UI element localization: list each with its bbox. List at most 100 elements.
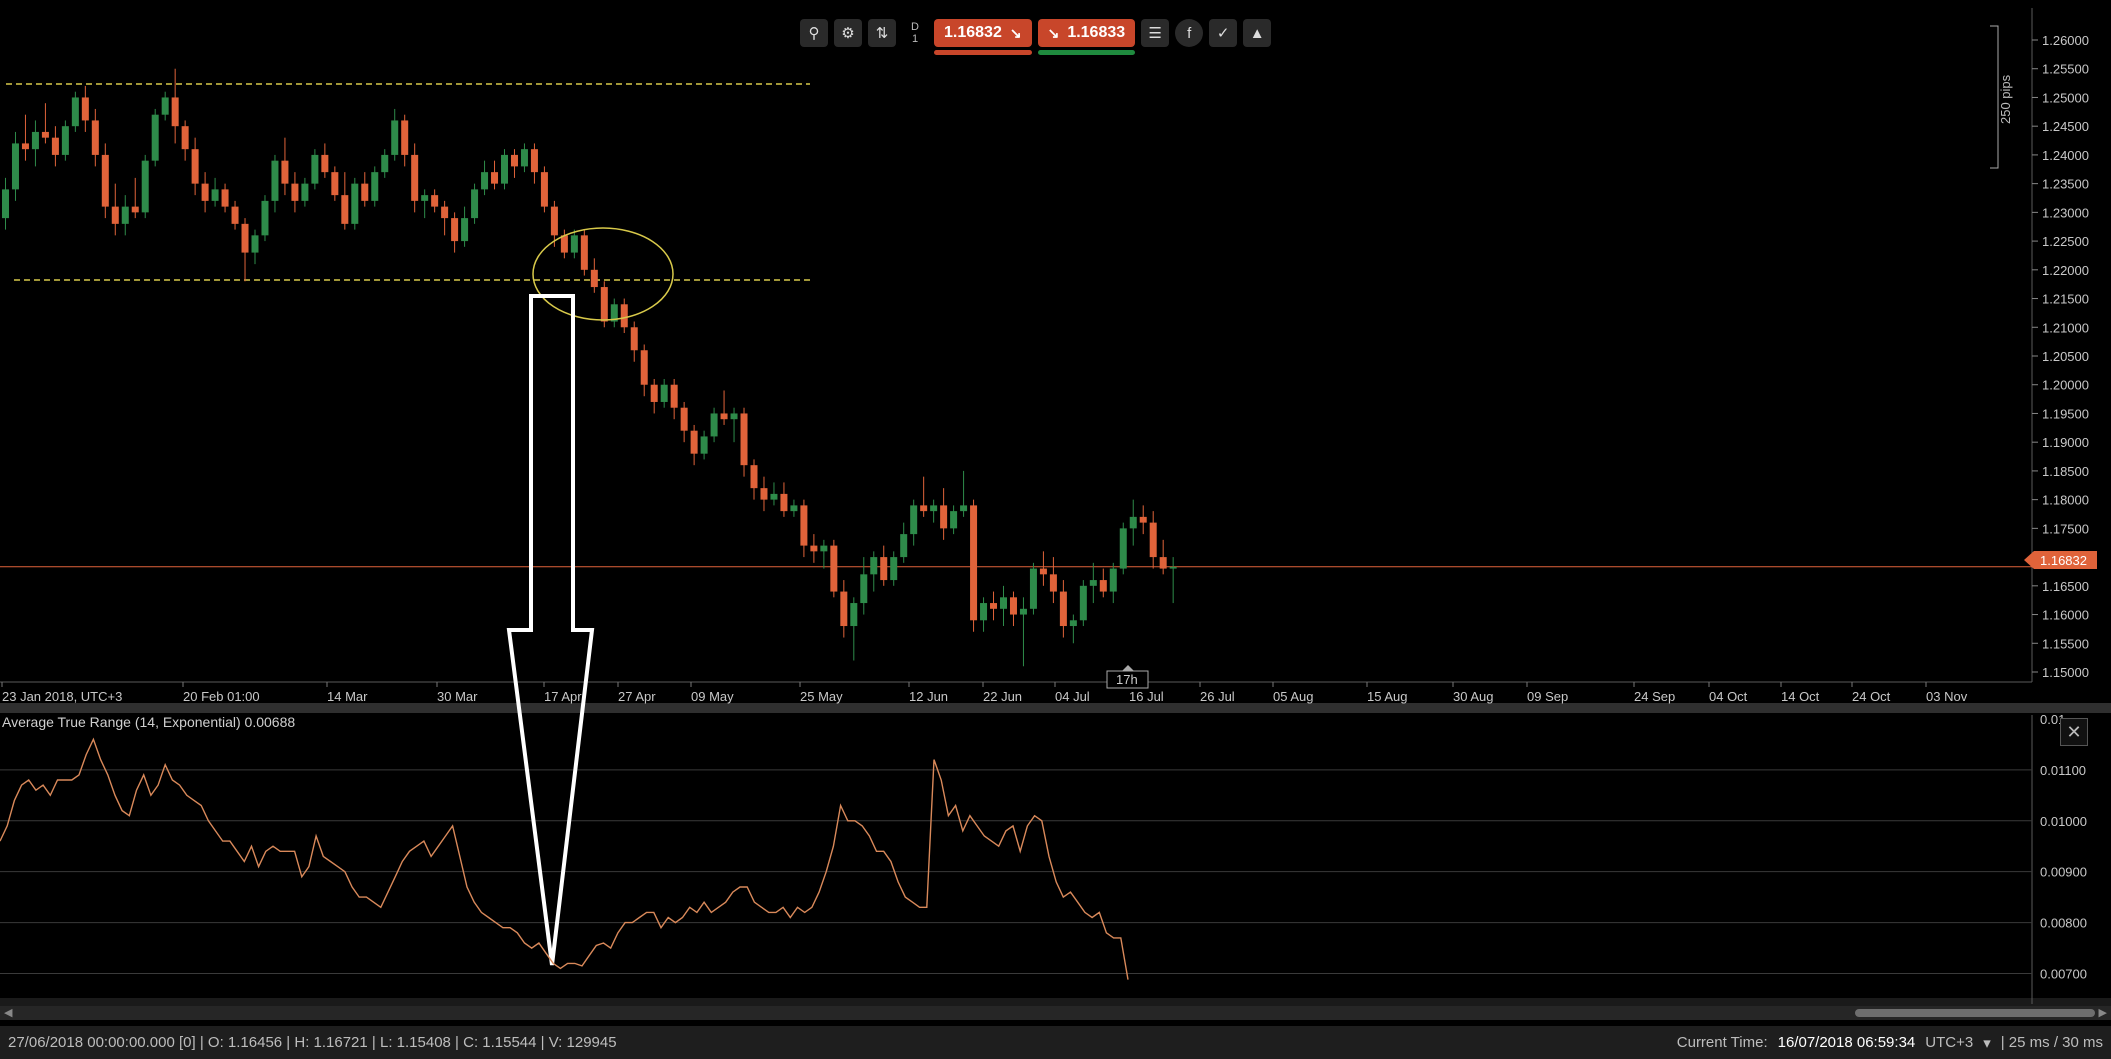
- candle-body: [11, 143, 19, 190]
- time-tick-label: 26 Jul: [1200, 689, 1235, 704]
- candle-body: [620, 304, 628, 328]
- horizontal-scrollbar[interactable]: ◀ ▶: [0, 1006, 2111, 1020]
- price-tick-label: 1.16000: [2042, 608, 2089, 623]
- time-tick-label: 23 Jan 2018, UTC+3: [2, 689, 122, 704]
- candle-body: [21, 143, 29, 150]
- bottom-separator: [0, 998, 2111, 1006]
- timeframe-selector[interactable]: D 1: [902, 19, 928, 47]
- publish-icon[interactable]: ▲: [1243, 19, 1272, 47]
- facebook-icon[interactable]: f: [1175, 19, 1204, 47]
- scroll-right-icon[interactable]: ▶: [2099, 1006, 2107, 1019]
- indicator-title: Average True Range (14, Exponential) 0.0…: [2, 714, 295, 730]
- candle-body: [1099, 580, 1107, 592]
- price-tick-label: 1.21000: [2042, 320, 2089, 335]
- atr-tick-label: 0.00700: [2040, 967, 2087, 982]
- candle-body: [520, 149, 528, 167]
- candle-body: [491, 172, 499, 184]
- buy-button[interactable]: ↘ 1.16833: [1037, 19, 1136, 55]
- candle-body: [790, 505, 798, 512]
- candle-body: [920, 505, 928, 512]
- annotation-arrow[interactable]: [506, 294, 595, 966]
- price-axis[interactable]: 1.26000 1.25500 1.25000 1.24500 1.24000 1.235…: [2032, 33, 2089, 680]
- pane-separator[interactable]: [0, 703, 2111, 713]
- chart-canvas[interactable]: 1.26000 1.25500 1.25000 1.24500 1.24000 1.235…: [0, 0, 2111, 1059]
- scroll-thumb[interactable]: [1855, 1009, 2095, 1017]
- candle-body: [441, 206, 449, 219]
- price-tick-label: 1.25000: [2042, 90, 2089, 105]
- timezone-dropdown-icon[interactable]: ▾: [1983, 1034, 1991, 1052]
- candle-body: [710, 413, 718, 437]
- candle-body: [221, 189, 229, 207]
- candle-body: [281, 160, 289, 184]
- candle-body: [860, 574, 868, 604]
- zoom-icon[interactable]: ⚲: [800, 19, 828, 47]
- candle-body: [191, 149, 199, 184]
- time-tick-label: 27 Apr: [618, 689, 656, 704]
- atr-tick-label: 0.00800: [2040, 916, 2087, 931]
- candle-body: [351, 183, 359, 224]
- candle-body: [750, 465, 758, 489]
- chart-type-icon[interactable]: ⇅: [868, 19, 896, 47]
- share-icon[interactable]: ✓: [1209, 19, 1238, 47]
- list-icon[interactable]: ☰: [1141, 19, 1170, 47]
- atr-tick-label: 0.01000: [2040, 814, 2087, 829]
- candle-body: [590, 269, 598, 288]
- time-tick-label: 22 Jun: [983, 689, 1022, 704]
- candle-body: [411, 154, 419, 201]
- candle-body: [990, 603, 998, 609]
- candle-body: [570, 235, 578, 253]
- candle-body: [890, 557, 898, 581]
- price-tick-label: 1.24000: [2042, 148, 2089, 163]
- scroll-left-icon[interactable]: ◀: [4, 1006, 12, 1019]
- atr-axis[interactable]: 0.010.011000.010000.009000.008000.00700: [2040, 712, 2087, 982]
- candle-body: [800, 505, 808, 546]
- current-price-tag: 1.16832: [2024, 551, 2097, 569]
- time-tick-label: 09 May: [691, 689, 734, 704]
- price-tick-label: 1.20000: [2042, 378, 2089, 393]
- candle-body: [810, 545, 818, 552]
- candle-body: [700, 436, 708, 454]
- atr-tick-label: 0.00900: [2040, 865, 2087, 880]
- candle-body: [311, 154, 319, 184]
- timezone-select[interactable]: UTC+3: [1925, 1034, 1973, 1051]
- time-tick-label: 30 Mar: [437, 689, 478, 704]
- candle-body: [730, 413, 738, 420]
- price-tick-label: 1.19500: [2042, 406, 2089, 421]
- sell-button[interactable]: 1.16832 ↘: [934, 19, 1032, 55]
- time-tick-label: 30 Aug: [1453, 689, 1494, 704]
- candle-body: [1129, 516, 1137, 529]
- candle-body: [650, 384, 658, 402]
- candle-body: [421, 195, 429, 201]
- timeframe-letter: D: [911, 21, 919, 33]
- price-tick-label: 1.22000: [2042, 263, 2089, 278]
- price-tick-label: 1.23000: [2042, 205, 2089, 220]
- candle-body: [111, 206, 119, 224]
- candle-body: [61, 126, 69, 155]
- pips-label: 250 pips: [1998, 74, 2013, 124]
- candle-body: [960, 505, 968, 512]
- chart-settings-icon[interactable]: ⚙: [834, 19, 862, 47]
- time-tick-label: 15 Aug: [1367, 689, 1408, 704]
- candle-body: [51, 137, 59, 155]
- candle-body: [121, 206, 129, 224]
- candle-body: [560, 235, 568, 253]
- candle-body: [840, 591, 848, 627]
- price-tick-label: 1.24500: [2042, 119, 2089, 134]
- chart-toolbar: ⚲ ⚙ ⇅ D 1 1.16832 ↘ ↘ 1.16833 ☰ f ✓ ▲: [800, 16, 1272, 55]
- candle-body: [830, 545, 838, 592]
- time-tick-label: 14 Oct: [1781, 689, 1820, 704]
- candlesticks[interactable]: [2, 68, 1177, 667]
- time-axis[interactable]: 23 Jan 2018, UTC+3 20 Feb 01:00 14 Mar 30 M…: [1, 682, 1968, 704]
- candle-body: [720, 413, 728, 420]
- trading-chart-window: 1.26000 1.25500 1.25000 1.24500 1.24000 1.235…: [0, 0, 2111, 1059]
- candle-body: [31, 131, 39, 150]
- price-tick-label: 1.25500: [2042, 62, 2089, 77]
- close-indicator-icon[interactable]: ✕: [2060, 718, 2088, 746]
- candle-body: [1039, 568, 1047, 575]
- candle-body: [740, 413, 748, 466]
- candle-body: [1029, 568, 1037, 609]
- price-tick-label: 1.22500: [2042, 234, 2089, 249]
- candle-body: [331, 172, 339, 196]
- candle-body: [910, 505, 918, 535]
- price-tick-label: 1.26000: [2042, 33, 2089, 48]
